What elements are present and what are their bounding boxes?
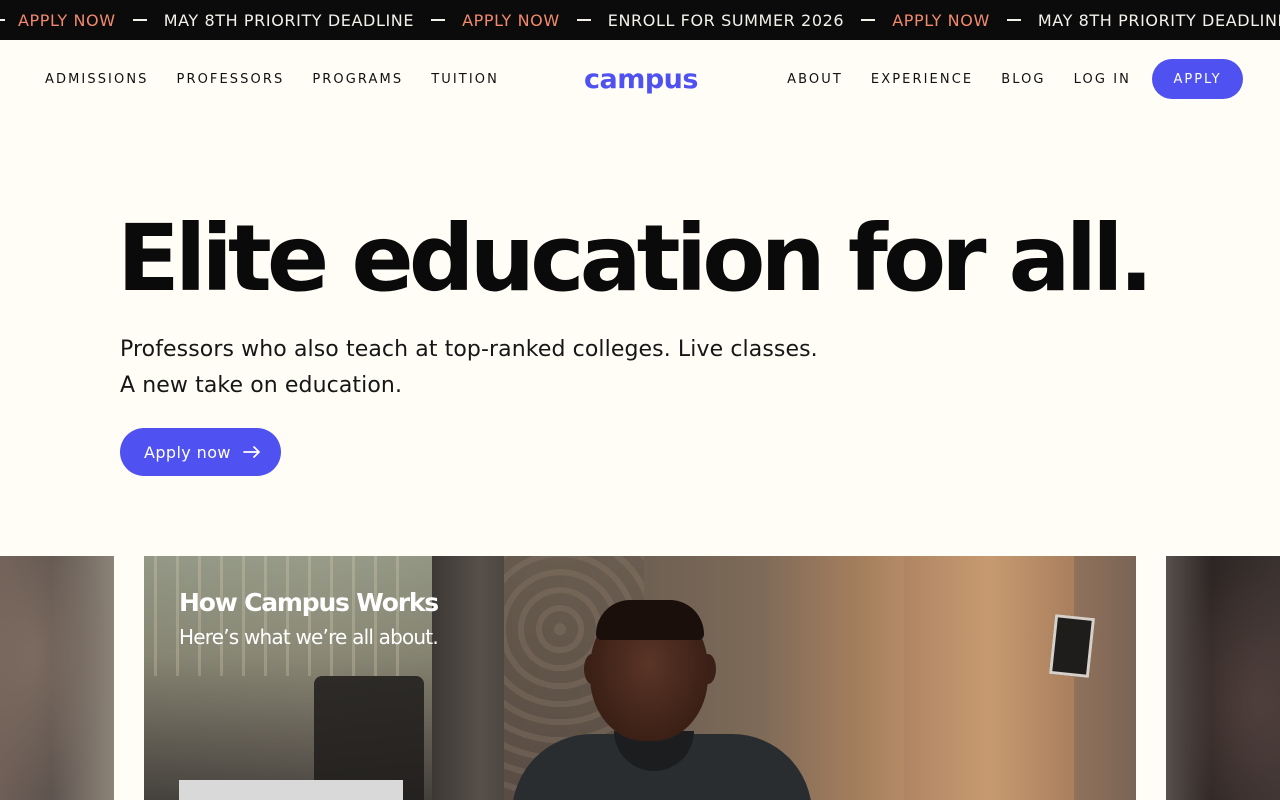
- header-apply-button[interactable]: APPLY: [1152, 59, 1243, 99]
- ticker-item-apply-now[interactable]: APPLY NOW: [18, 11, 116, 30]
- ticker-item-apply-now[interactable]: APPLY NOW: [892, 11, 990, 30]
- nav-about[interactable]: ABOUT: [787, 72, 843, 87]
- video-scene-picture-frame: [1048, 614, 1096, 678]
- ticker-dash: [861, 19, 876, 21]
- video-subtitle: Here’s what we’re all about.: [179, 625, 439, 649]
- announcement-ticker: APPLY NOW MAY 8TH PRIORITY DEADLINE APPL…: [0, 0, 1280, 40]
- ticker-item-deadline: MAY 8TH PRIORITY DEADLINE: [163, 10, 415, 30]
- ticker-item-apply-now[interactable]: APPLY NOW: [462, 11, 560, 30]
- nav-tuition[interactable]: TUITION: [431, 72, 499, 87]
- ticker-dash: [431, 19, 446, 21]
- nav-programs[interactable]: PROGRAMS: [312, 72, 403, 87]
- nav-blog[interactable]: BLOG: [1001, 72, 1045, 87]
- primary-nav-right: ABOUT EXPERIENCE BLOG LOG IN APPLY: [759, 40, 1243, 118]
- ticker-track: APPLY NOW MAY 8TH PRIORITY DEADLINE APPL…: [0, 0, 1280, 40]
- site-header: ADMISSIONS PROFESSORS PROGRAMS TUITION c…: [0, 40, 1280, 118]
- hero-subtitle: Professors who also teach at top-ranked …: [120, 332, 818, 404]
- nav-experience[interactable]: EXPERIENCE: [871, 72, 973, 87]
- ticker-dash: [1006, 19, 1021, 21]
- hero-subtitle-line: Professors who also teach at top-ranked …: [120, 337, 818, 362]
- campus-logo[interactable]: campus: [583, 64, 699, 98]
- video-scene-pillar: [432, 556, 512, 800]
- video-title: How Campus Works: [179, 588, 439, 617]
- speaker-hair: [596, 600, 704, 640]
- how-campus-works-video[interactable]: How Campus Works Here’s what we’re all a…: [144, 556, 1136, 800]
- ticker-dash: [0, 19, 5, 21]
- ticker-dash: [576, 19, 591, 21]
- carousel-prev-card[interactable]: [0, 556, 114, 800]
- nav-professors[interactable]: PROFESSORS: [177, 72, 285, 87]
- primary-nav-left: ADMISSIONS PROFESSORS PROGRAMS TUITION: [45, 40, 527, 118]
- apply-now-label: Apply now: [144, 442, 231, 462]
- hero-subtitle-line: A new take on education.: [120, 373, 403, 398]
- ticker-item-deadline: MAY 8TH PRIORITY DEADLINE: [1037, 10, 1280, 30]
- nav-log-in[interactable]: LOG IN: [1074, 72, 1131, 87]
- video-caption-bar: [179, 780, 403, 800]
- apply-now-button[interactable]: Apply now: [120, 428, 281, 476]
- ticker-dash: [132, 19, 147, 21]
- ticker-item-enroll: ENROLL FOR SUMMER 2026: [607, 10, 845, 30]
- arrow-right-icon: [243, 446, 261, 458]
- hero-title: Elite education for all.: [117, 205, 1154, 312]
- nav-admissions[interactable]: ADMISSIONS: [45, 72, 149, 87]
- carousel-next-card[interactable]: [1166, 556, 1280, 800]
- video-scene-door: [904, 556, 1074, 800]
